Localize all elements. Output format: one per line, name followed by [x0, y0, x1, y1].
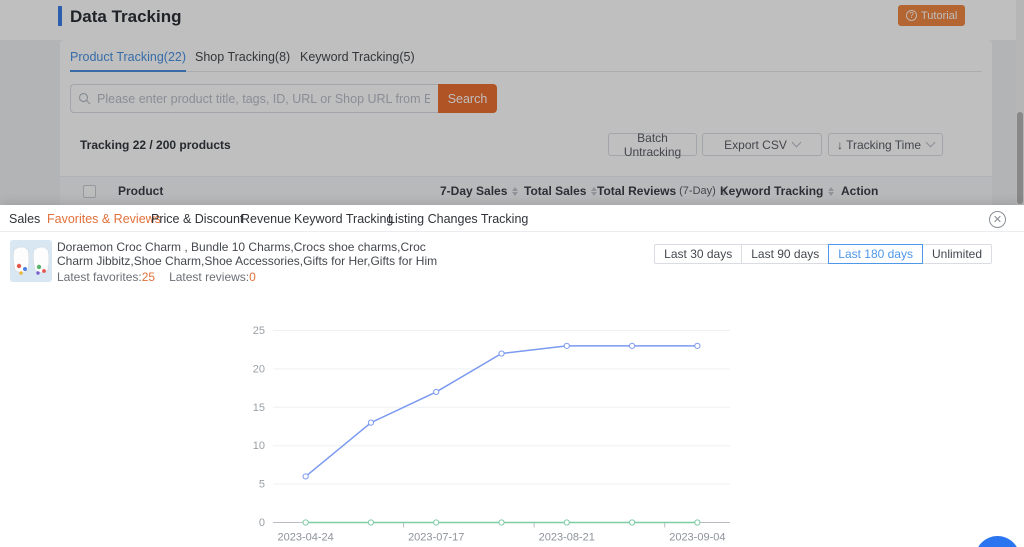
product-stats: Latest favorites:25 Latest reviews:0 [57, 270, 256, 284]
svg-text:2023-07-17: 2023-07-17 [408, 532, 464, 544]
drawer-tab-price-discount[interactable]: Price & Discount [151, 212, 243, 226]
latest-reviews-value: 0 [249, 270, 256, 284]
latest-reviews-label: Latest reviews: [169, 270, 250, 284]
range-last-180-days[interactable]: Last 180 days [828, 244, 923, 264]
drawer-tab-revenue[interactable]: Revenue [241, 212, 291, 226]
latest-favorites-label: Latest favorites: [57, 270, 142, 284]
svg-text:25: 25 [253, 325, 265, 337]
date-range-group: Last 30 days Last 90 days Last 180 days … [654, 244, 992, 264]
drawer-tab-keyword-tracking[interactable]: Keyword Tracking [294, 212, 393, 226]
favorites-reviews-chart: 0 5 10 15 20 25 2023-04-24 2023-07-17 2023-08-21… [240, 315, 740, 547]
svg-text:2023-09-04: 2023-09-04 [669, 532, 725, 544]
drawer-tab-bar: Sales Favorites & Reviews Price & Discou… [0, 205, 1024, 232]
drawer-tab-favorites-reviews[interactable]: Favorites & Reviews [47, 212, 161, 226]
close-icon[interactable]: ✕ [989, 211, 1006, 228]
product-title: Doraemon Croc Charm , Bundle 10 Charms,C… [57, 240, 438, 268]
svg-text:0: 0 [259, 517, 265, 529]
range-last-30-days[interactable]: Last 30 days [654, 244, 743, 264]
svg-text:2023-04-24: 2023-04-24 [278, 532, 334, 544]
drawer-tab-sales[interactable]: Sales [9, 212, 40, 226]
svg-text:10: 10 [253, 440, 265, 452]
svg-text:5: 5 [259, 479, 265, 491]
product-detail-drawer: Sales Favorites & Reviews Price & Discou… [0, 205, 1024, 547]
svg-text:2023-08-21: 2023-08-21 [539, 532, 595, 544]
product-image [10, 240, 52, 282]
drawer-tab-listing-changes[interactable]: Listing Changes Tracking [388, 212, 528, 226]
svg-text:15: 15 [253, 402, 265, 414]
range-unlimited[interactable]: Unlimited [921, 244, 992, 264]
latest-favorites-value: 25 [141, 270, 156, 284]
range-last-90-days[interactable]: Last 90 days [741, 244, 830, 264]
svg-text:20: 20 [253, 363, 265, 375]
